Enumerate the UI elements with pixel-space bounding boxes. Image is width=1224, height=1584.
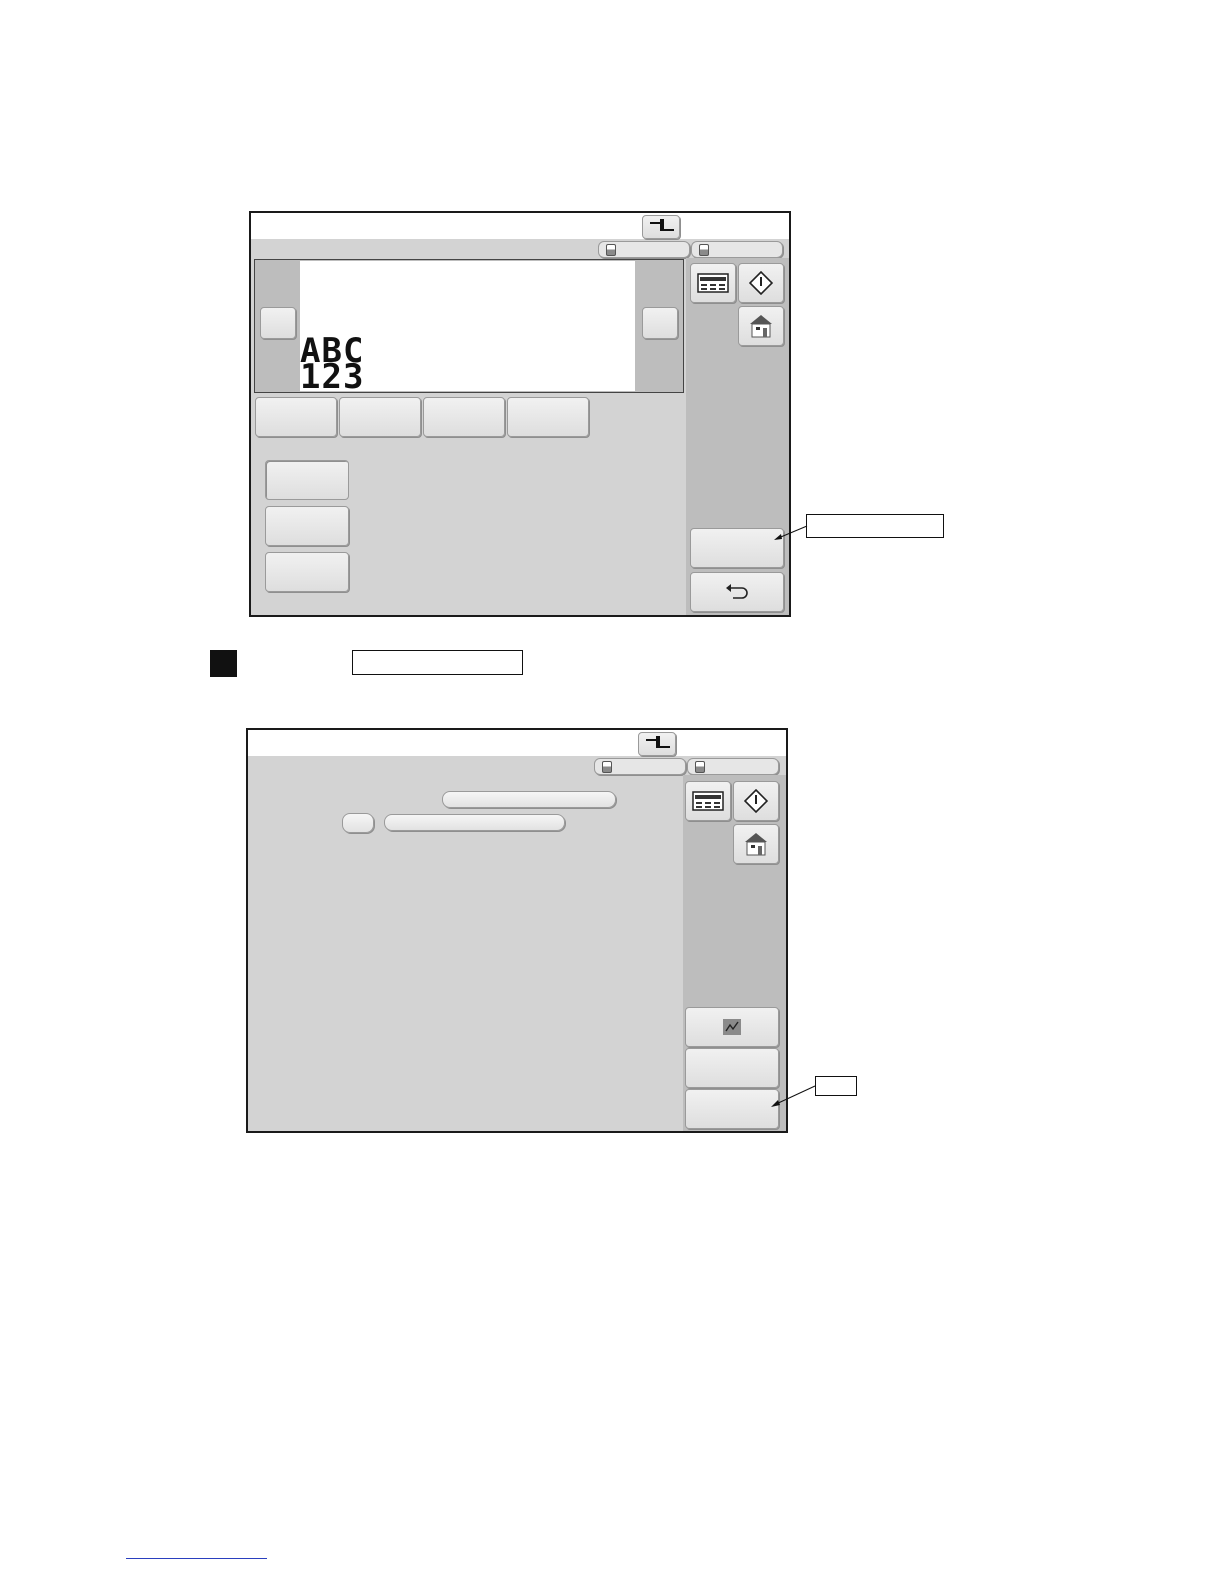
small-field[interactable] xyxy=(342,813,374,833)
toner-status-2[interactable] xyxy=(691,241,783,258)
graph-button[interactable] xyxy=(685,1007,779,1047)
function-button-3[interactable] xyxy=(423,397,505,437)
screen-2-middle-button[interactable] xyxy=(685,1048,779,1088)
screen-2-bottom-button[interactable] xyxy=(685,1089,779,1129)
option-button-3[interactable] xyxy=(265,552,349,592)
function-button-2[interactable] xyxy=(339,397,421,437)
back-button[interactable] xyxy=(690,572,784,612)
toner-status-1[interactable] xyxy=(598,241,690,258)
line-graph-icon xyxy=(723,1019,741,1035)
start-button-2[interactable] xyxy=(733,781,779,821)
function-button-1[interactable] xyxy=(255,397,337,437)
counter-icon xyxy=(692,791,724,811)
preview-scroll-left-button[interactable] xyxy=(260,307,296,339)
toner-status-3[interactable] xyxy=(594,758,686,775)
stamp-preview-area: ABC 123 xyxy=(254,259,684,397)
setting-field-2[interactable] xyxy=(384,814,565,831)
option-button-2[interactable] xyxy=(265,506,349,546)
footer-link-underline[interactable] xyxy=(126,1558,267,1559)
step-label-box xyxy=(352,650,523,675)
counter-icon xyxy=(697,273,729,293)
screen-1-callout-box xyxy=(806,514,944,538)
machine-settings-button[interactable] xyxy=(642,215,680,239)
home-icon xyxy=(745,833,767,856)
counter-button-2[interactable] xyxy=(685,781,731,821)
home-icon xyxy=(750,315,772,338)
screen-2-panel xyxy=(246,728,788,1133)
toner-icon xyxy=(606,244,616,256)
function-button-4[interactable] xyxy=(507,397,589,437)
start-icon xyxy=(744,789,768,813)
start-button[interactable] xyxy=(738,263,784,303)
toner-icon xyxy=(695,761,705,773)
home-button[interactable] xyxy=(738,306,784,346)
toner-status-4[interactable] xyxy=(687,758,779,775)
preview-text-line-2: 123 xyxy=(300,357,365,397)
preview-scroll-right-button[interactable] xyxy=(642,307,678,339)
start-icon xyxy=(749,271,773,295)
screen-1-callout-arrow xyxy=(774,525,808,540)
home-button-2[interactable] xyxy=(733,824,779,864)
screen-2-callout-arrow xyxy=(771,1085,816,1107)
return-arrow-icon xyxy=(726,584,748,599)
screen-2-title-bar xyxy=(248,730,786,756)
machine-settings-icon xyxy=(646,736,670,748)
machine-settings-button-2[interactable] xyxy=(638,732,676,756)
step-marker xyxy=(210,650,237,677)
toner-icon xyxy=(602,761,612,773)
screen-1-panel: ABC 123 xyxy=(249,211,791,617)
counter-button[interactable] xyxy=(690,263,736,303)
toner-icon xyxy=(699,244,709,256)
option-button-1[interactable] xyxy=(265,460,349,500)
screen-1-title-bar xyxy=(251,213,789,239)
screen-2-callout-box xyxy=(815,1076,857,1096)
setting-field-1[interactable] xyxy=(442,791,616,808)
machine-settings-icon xyxy=(650,219,674,231)
